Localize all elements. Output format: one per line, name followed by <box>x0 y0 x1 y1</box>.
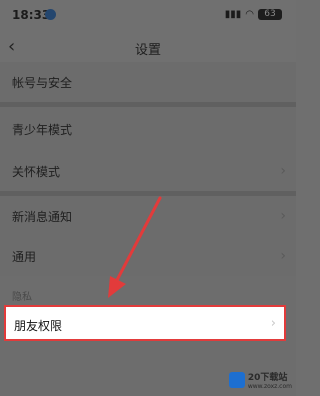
item-label: 朋友权限 <box>14 319 63 333</box>
wifi-icon: ◠ <box>245 9 254 20</box>
settings-item-new-message-notification[interactable]: 新消息通知 › <box>0 196 296 236</box>
section-label-privacy: 隐私 <box>12 292 32 303</box>
item-label: 青少年模式 <box>12 123 73 137</box>
watermark-logo-icon <box>228 372 245 388</box>
watermark: 20下载站 www.zoxz.com <box>228 370 292 390</box>
signal-icon: ▮▮▮ <box>224 9 242 20</box>
nav-bar: ‹ 设置 <box>0 32 296 62</box>
page-title: 设置 <box>134 43 161 58</box>
settings-item-general[interactable]: 通用 › <box>0 236 296 276</box>
settings-item-friend-permissions[interactable]: 朋友权限 › <box>4 305 286 341</box>
status-bar: 18:33 ▮▮▮ ◠ 63 <box>0 0 296 32</box>
settings-item-care-mode[interactable]: 关怀模式 › <box>0 149 296 191</box>
watermark-text: 20下载站 www.zoxz.com <box>248 370 292 390</box>
chevron-right-icon: › <box>280 248 286 264</box>
item-label: 通用 <box>12 250 37 264</box>
battery-icon: 63 <box>258 9 282 20</box>
chevron-right-icon: › <box>280 163 286 179</box>
watermark-title: 20下载站 <box>247 373 288 383</box>
item-label: 帐号与安全 <box>12 76 73 90</box>
app-notification-icon <box>45 9 56 20</box>
settings-item-account-security[interactable]: 帐号与安全 <box>0 62 296 102</box>
settings-item-teen-mode[interactable]: 青少年模式 <box>0 107 296 149</box>
item-label: 新消息通知 <box>12 210 73 224</box>
status-icons: ▮▮▮ ◠ 63 <box>225 9 282 20</box>
chevron-right-icon: › <box>280 208 286 224</box>
item-label: 关怀模式 <box>12 165 61 179</box>
watermark-url: www.zoxz.com <box>247 383 292 390</box>
settings-screen: 18:33 ▮▮▮ ◠ 63 ‹ 设置 帐号与安全 青少年模式 关怀模式 › 新… <box>0 0 296 396</box>
chevron-right-icon: › <box>270 316 276 331</box>
arrow-head <box>108 276 126 298</box>
